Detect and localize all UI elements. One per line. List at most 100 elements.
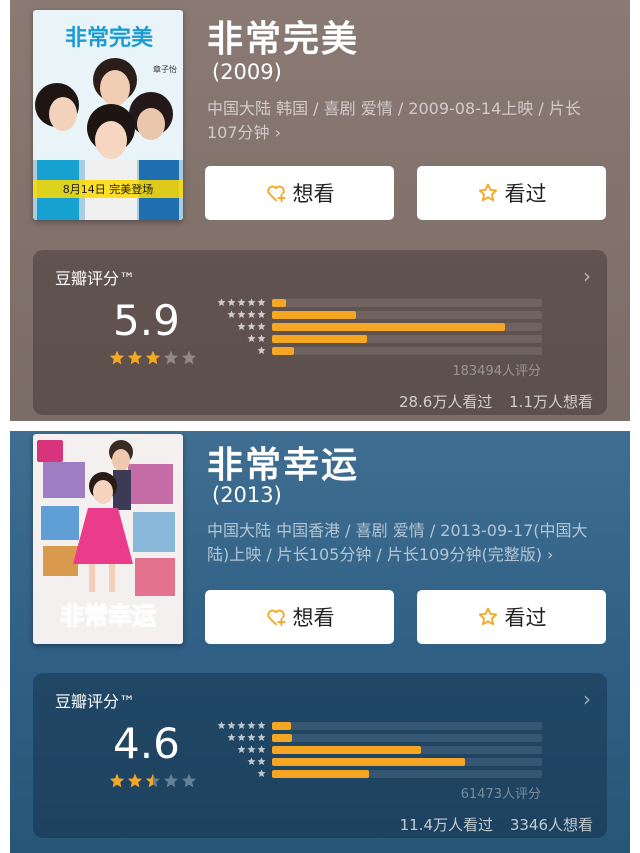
rating-bar-fill bbox=[272, 758, 465, 766]
mini-stars bbox=[204, 757, 266, 767]
rating-bar-track bbox=[272, 746, 542, 754]
mini-star-icon bbox=[237, 721, 246, 729]
star-outline-icon bbox=[478, 183, 497, 202]
mini-star-icon bbox=[247, 334, 256, 342]
seen-button[interactable]: 看过 bbox=[417, 590, 606, 644]
seen-button[interactable]: 看过 bbox=[417, 166, 606, 220]
movie-title: 非常幸运 bbox=[207, 445, 360, 486]
rating-label: 豆瓣评分™ bbox=[55, 692, 136, 711]
movie-poster-image[interactable]: 8月14日 完美登场 非常完美 章子怡 bbox=[33, 10, 183, 220]
want-label: 想看 bbox=[292, 182, 335, 206]
mini-star-icon bbox=[217, 721, 226, 729]
mini-star-icon bbox=[247, 298, 256, 306]
mini-star-icon bbox=[257, 721, 266, 729]
movie-title: 非常完美 bbox=[207, 19, 360, 60]
rating-bar-track bbox=[272, 722, 542, 730]
rating-label: 豆瓣评分™ bbox=[55, 269, 136, 288]
star-filled-icon bbox=[128, 350, 142, 365]
heart-plus-icon bbox=[266, 609, 286, 627]
chevron-right-icon: › bbox=[583, 687, 591, 711]
rating-footer: 28.6万人看过 1.1万人想看 bbox=[399, 391, 593, 412]
poster-cast-text: 章子怡 bbox=[153, 64, 177, 74]
seen-label: 看过 bbox=[504, 606, 547, 630]
mini-star-icon bbox=[237, 745, 246, 753]
star-empty-icon bbox=[182, 773, 196, 788]
poster-date-text: 8月14日 完美登场 bbox=[63, 182, 154, 196]
mini-stars bbox=[204, 745, 266, 755]
mini-star-icon bbox=[257, 733, 266, 741]
wished-count: 3346人想看 bbox=[509, 816, 593, 834]
mini-star-icon bbox=[247, 745, 256, 753]
rating-bar-fill bbox=[272, 746, 421, 754]
mini-star-icon bbox=[217, 298, 226, 306]
rating-bar-fill bbox=[272, 770, 370, 778]
mini-star-icon bbox=[247, 310, 256, 318]
rating-bar-track bbox=[272, 347, 542, 355]
mini-stars bbox=[204, 298, 266, 308]
star-half-icon bbox=[146, 773, 160, 788]
rating-bar-fill bbox=[272, 722, 292, 730]
want-label: 想看 bbox=[292, 606, 335, 630]
star-outline-icon bbox=[478, 607, 497, 626]
rating-bar-track bbox=[272, 758, 542, 766]
chevron-right-icon: › bbox=[583, 264, 591, 288]
mini-star-icon bbox=[247, 733, 256, 741]
rating-bar-fill bbox=[272, 299, 287, 307]
star-filled-icon bbox=[128, 773, 142, 788]
star-filled-icon bbox=[110, 350, 124, 365]
mini-star-icon bbox=[237, 310, 246, 318]
rating-bar-track bbox=[272, 734, 542, 742]
mini-star-icon bbox=[257, 346, 266, 354]
mini-star-icon bbox=[237, 733, 246, 741]
mini-stars bbox=[204, 334, 266, 344]
star-filled-icon bbox=[146, 350, 160, 365]
mini-star-icon bbox=[257, 757, 266, 765]
rating-stars bbox=[109, 773, 197, 789]
star-empty-icon bbox=[182, 350, 196, 365]
mini-star-icon bbox=[247, 322, 256, 330]
mini-stars bbox=[204, 346, 266, 356]
mini-star-icon bbox=[257, 334, 266, 342]
movie-card-2: 非常幸运 非常幸运 (2013) 中国大陆 中国香港 / 喜剧 爱情 / 201… bbox=[10, 431, 630, 853]
rating-panel[interactable]: 豆瓣评分™ › 5.9 183494人评分 28.6万人看过 1.1万人想看 bbox=[33, 250, 607, 415]
wished-count: 1.1万人想看 bbox=[509, 393, 593, 411]
rating-bar-fill bbox=[272, 323, 506, 331]
mini-stars bbox=[204, 769, 266, 779]
mini-star-icon bbox=[257, 322, 266, 330]
rating-bar-track bbox=[272, 770, 542, 778]
rating-stars bbox=[109, 350, 197, 366]
seen-label: 看过 bbox=[504, 182, 547, 206]
movie-poster-image[interactable]: 非常幸运 bbox=[33, 434, 183, 644]
mini-stars bbox=[204, 733, 266, 743]
rating-count: 61473人评分 bbox=[460, 787, 541, 802]
rating-bar-fill bbox=[272, 335, 368, 343]
mini-stars bbox=[204, 721, 266, 731]
want-to-watch-button[interactable]: 想看 bbox=[205, 166, 394, 220]
mini-star-icon bbox=[227, 310, 236, 318]
poster-logo-text: 非常幸运 bbox=[60, 602, 156, 630]
mini-star-icon bbox=[257, 745, 266, 753]
rating-bar-track bbox=[272, 323, 542, 331]
star-empty-icon bbox=[164, 773, 178, 788]
rating-bar-track bbox=[272, 311, 542, 319]
rating-panel[interactable]: 豆瓣评分™ › 4.6 61473人评分 11.4万人看过 3346人想看 bbox=[33, 673, 607, 838]
movie-meta-link[interactable]: 中国大陆 韩国 / 喜剧 爱情 / 2009-08-14上映 / 片长107分钟… bbox=[207, 97, 607, 145]
star-filled-icon bbox=[110, 773, 124, 788]
rating-bar-fill bbox=[272, 347, 295, 355]
mini-star-icon bbox=[237, 322, 246, 330]
movie-year: (2013) bbox=[212, 483, 282, 507]
movie-card-1: 8月14日 完美登场 非常完美 章子怡 非常完美 (2009) 中国大陆 韩国 … bbox=[10, 0, 630, 421]
mini-star-icon bbox=[227, 733, 236, 741]
rating-score: 5.9 bbox=[113, 296, 180, 345]
movie-year: (2009) bbox=[212, 60, 282, 84]
rating-bar-fill bbox=[272, 311, 356, 319]
mini-stars bbox=[204, 310, 266, 320]
want-to-watch-button[interactable]: 想看 bbox=[205, 590, 394, 644]
star-empty-icon bbox=[164, 350, 178, 365]
movie-meta-link[interactable]: 中国大陆 中国香港 / 喜剧 爱情 / 2013-09-17(中国大陆)上映 /… bbox=[207, 519, 607, 567]
mini-star-icon bbox=[257, 298, 266, 306]
rating-bar-track bbox=[272, 299, 542, 307]
mini-star-icon bbox=[247, 757, 256, 765]
rating-bar-fill bbox=[272, 734, 293, 742]
mini-star-icon bbox=[227, 721, 236, 729]
